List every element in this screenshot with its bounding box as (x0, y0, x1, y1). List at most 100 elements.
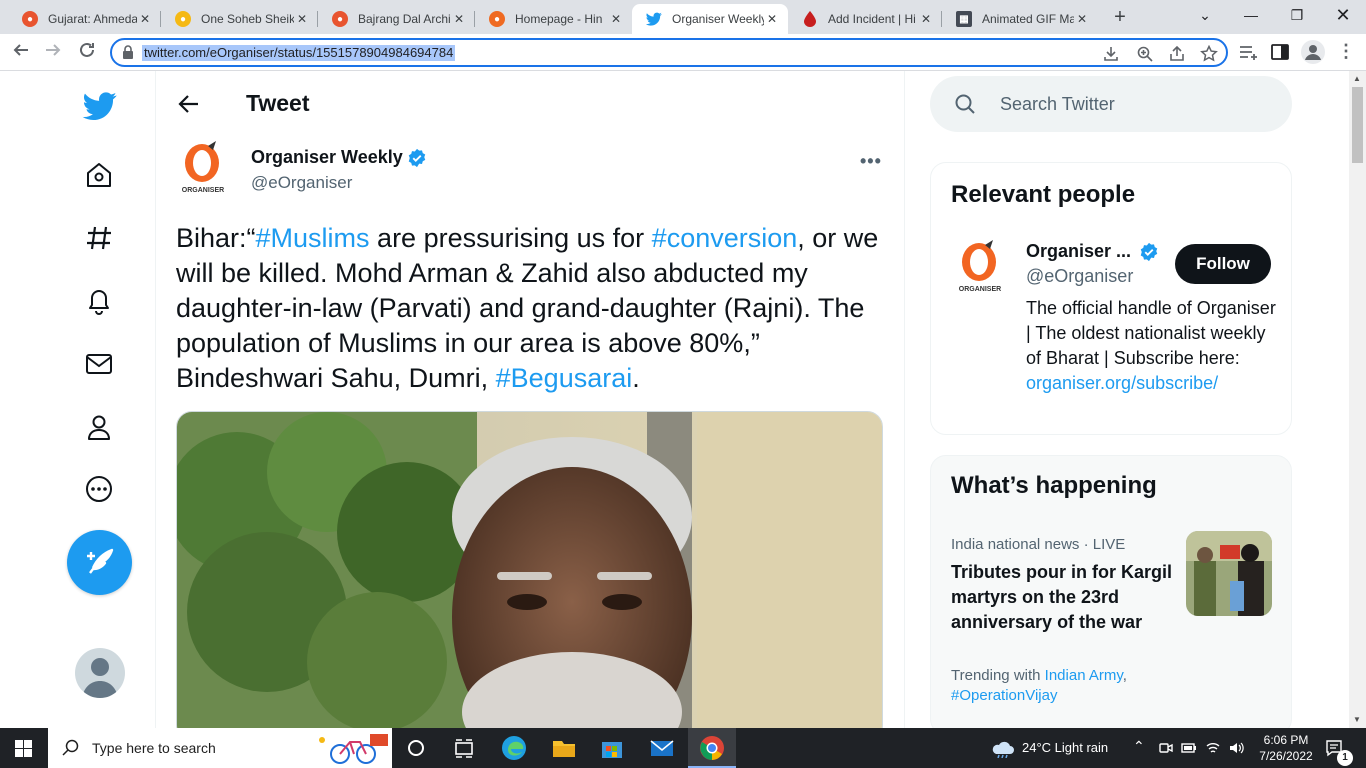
reload-icon (80, 42, 94, 57)
explore-hashtag-icon[interactable] (84, 223, 114, 253)
author-name[interactable]: Organiser Weekly (251, 147, 427, 168)
author-handle[interactable]: @eOrganiser (251, 173, 352, 193)
tab-close-icon[interactable]: ✕ (451, 12, 467, 26)
edge-icon[interactable] (500, 734, 528, 762)
site-favicon-icon: ● (175, 11, 191, 27)
account-avatar[interactable] (75, 648, 125, 698)
tab-close-icon[interactable]: ✕ (137, 12, 153, 26)
hashtag-link[interactable]: #Muslims (256, 223, 370, 253)
file-explorer-icon[interactable] (550, 734, 578, 762)
side-panel-icon[interactable] (1270, 42, 1290, 62)
browser-tab[interactable]: Add Incident | Hi ✕ (788, 4, 942, 34)
page-scrollbar[interactable]: ▲ ▼ (1349, 71, 1366, 728)
twitter-logo-icon[interactable] (82, 89, 118, 123)
weather-text[interactable]: 24°C Light rain (1022, 740, 1108, 755)
chrome-icon (700, 736, 724, 760)
browser-tab[interactable]: ● Homepage - Hin ✕ (475, 4, 632, 34)
back-button[interactable] (8, 40, 34, 66)
bicycle-doodle-icon (319, 734, 388, 764)
url-text[interactable]: twitter.com/eOrganiser/status/1551578904… (142, 45, 456, 61)
forward-button[interactable] (40, 40, 66, 66)
page-title: Tweet (246, 90, 310, 116)
browser-tab[interactable]: ▦ Animated GIF Ma ✕ (942, 4, 1098, 34)
more-circle-icon[interactable] (84, 474, 114, 504)
relevant-person-handle[interactable]: @eOrganiser (1026, 266, 1133, 287)
tab-close-icon[interactable]: ✕ (764, 12, 780, 26)
bookmark-star-icon[interactable] (1200, 45, 1218, 63)
compose-tweet-button[interactable] (67, 530, 132, 595)
person-icon (1305, 45, 1321, 60)
browser-tab-active[interactable]: Organiser Weekly ✕ (632, 4, 788, 34)
svg-text:ORGANISER: ORGANISER (182, 187, 224, 194)
organiser-logo-avatar[interactable]: ORGANISER (178, 140, 230, 200)
organiser-logo-avatar[interactable]: ORGANISER (955, 239, 1007, 299)
subscribe-link[interactable]: organiser.org/subscribe/ (1026, 371, 1278, 396)
scroll-up-icon[interactable]: ▲ (1353, 74, 1361, 83)
gif-favicon-icon: ▦ (956, 11, 972, 27)
search-input[interactable] (1000, 92, 1260, 116)
mail-icon[interactable] (648, 734, 676, 762)
lock-icon[interactable] (122, 45, 134, 59)
notifications-bell-icon[interactable] (84, 286, 114, 316)
site-favicon-icon: ● (489, 11, 505, 27)
meet-now-icon[interactable] (1158, 740, 1174, 756)
relevant-person-name[interactable]: Organiser ... (1026, 241, 1159, 262)
taskbar-search[interactable]: Type here to search (48, 728, 392, 768)
tab-close-icon[interactable]: ✕ (608, 12, 624, 26)
taskbar-search-placeholder[interactable]: Type here to search (92, 740, 216, 756)
address-bar[interactable]: twitter.com/eOrganiser/status/1551578904… (110, 38, 1228, 67)
messages-envelope-icon[interactable] (84, 349, 114, 379)
browser-tab[interactable]: ● Bajrang Dal Archi ✕ (318, 4, 475, 34)
back-arrow-icon[interactable] (176, 91, 202, 117)
trend-item[interactable]: India national news · LIVE Tributes pour… (931, 518, 1291, 718)
taskbar-clock[interactable]: 6:06 PM 7/26/2022 (1252, 732, 1320, 764)
more-options-icon[interactable]: ••• (860, 151, 882, 172)
scroll-down-icon[interactable]: ▼ (1353, 715, 1361, 724)
cortana-icon[interactable] (402, 734, 430, 762)
tab-search-chevron-icon[interactable]: ⌄ (1182, 0, 1228, 34)
tray-chevron-icon[interactable]: ⌃ (1133, 738, 1145, 755)
weather-cloud-icon[interactable] (990, 738, 1016, 758)
profile-avatar[interactable] (1301, 40, 1325, 64)
tab-close-icon[interactable]: ✕ (1074, 12, 1090, 26)
trend-link-indian-army[interactable]: Indian Army (1045, 667, 1123, 684)
search-box[interactable] (930, 76, 1292, 132)
trend-thumbnail[interactable] (1186, 531, 1272, 616)
trend-link-operation-vijay[interactable]: #OperationVijay (951, 687, 1057, 704)
relevant-people-card: Relevant people ORGANISER Organiser ... … (930, 162, 1292, 435)
home-icon[interactable] (84, 160, 114, 190)
whats-happening-card: What’s happening India national news · L… (930, 455, 1292, 735)
reading-list-icon[interactable] (1238, 42, 1258, 62)
trend-headline[interactable]: Tributes pour in for Kargil martyrs on t… (951, 560, 1173, 635)
close-window-button[interactable]: ✕ (1320, 0, 1366, 34)
browser-tab[interactable]: ● One Soheb Sheik ✕ (161, 4, 318, 34)
tab-close-icon[interactable]: ✕ (294, 12, 310, 26)
minimize-button[interactable]: — (1228, 0, 1274, 34)
relevant-people-title: Relevant people (951, 181, 1136, 208)
battery-icon[interactable] (1181, 740, 1197, 756)
install-icon[interactable] (1102, 45, 1120, 63)
hashtag-link[interactable]: #Begusarai (496, 363, 633, 393)
zoom-icon[interactable] (1136, 45, 1154, 63)
share-icon[interactable] (1168, 45, 1186, 63)
reload-button[interactable] (74, 40, 100, 66)
browser-tab[interactable]: ● Gujarat: Ahmedal ✕ (8, 4, 161, 34)
verified-badge-icon (1140, 242, 1158, 261)
new-tab-button[interactable]: + (1108, 6, 1132, 30)
browser-menu-icon[interactable]: ⋮ (1336, 42, 1356, 62)
hashtag-link[interactable]: #conversion (652, 223, 798, 253)
profile-person-icon[interactable] (84, 412, 114, 442)
tweet-video[interactable] (176, 411, 883, 728)
volume-icon[interactable] (1228, 740, 1244, 756)
task-view-icon[interactable] (450, 734, 478, 762)
windows-start-icon[interactable] (15, 740, 32, 757)
chrome-taskbar-button[interactable] (688, 728, 736, 768)
trend-category: India national news · LIVE (951, 536, 1126, 553)
follow-button[interactable]: Follow (1175, 244, 1271, 284)
tab-close-icon[interactable]: ✕ (918, 12, 934, 26)
scrollbar-thumb[interactable] (1352, 87, 1363, 163)
wifi-icon[interactable] (1205, 740, 1221, 756)
default-avatar-icon (82, 658, 118, 698)
restore-button[interactable]: ❐ (1274, 0, 1320, 34)
microsoft-store-icon[interactable] (598, 734, 626, 762)
